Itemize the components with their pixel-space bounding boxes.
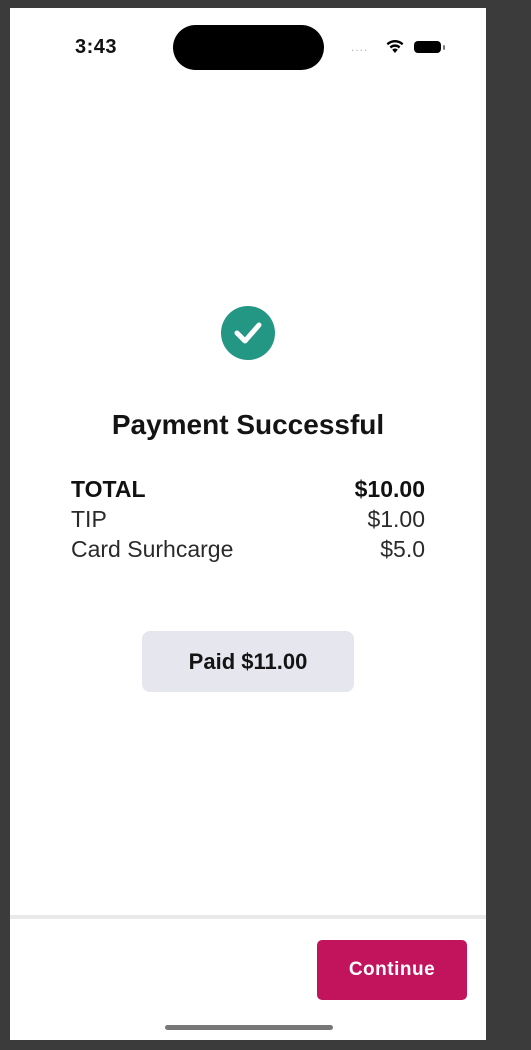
summary-value: $10.00 — [354, 476, 425, 502]
status-time: 3:43 — [75, 36, 118, 58]
continue-button[interactable]: Continue — [317, 940, 467, 1000]
footer-divider — [10, 915, 486, 919]
summary-label: TOTAL — [71, 476, 146, 502]
window-frame-bottom — [0, 1040, 531, 1050]
summary-row-card-surcharge: Card Surhcarge $5.0 — [71, 534, 425, 564]
summary-label: Card Surhcarge — [71, 536, 234, 562]
window-frame-left — [0, 0, 10, 1050]
check-circle-icon — [221, 306, 275, 360]
home-indicator — [165, 1025, 333, 1030]
summary-row-total: TOTAL $10.00 — [71, 474, 425, 504]
window-frame-right — [486, 0, 531, 1050]
page-title: Payment Successful — [111, 409, 385, 440]
battery-icon — [414, 41, 445, 53]
paid-amount-button[interactable]: Paid $11.00 — [142, 631, 354, 692]
wifi-icon — [386, 39, 404, 53]
window-frame-top — [0, 0, 531, 8]
summary-row-tip: TIP $1.00 — [71, 504, 425, 534]
dynamic-island — [173, 25, 324, 70]
signal-icon: .... — [351, 40, 369, 54]
phone-screen: 3:43 .... Payment Successful TOTAL $10.0… — [10, 8, 486, 1040]
payment-summary: TOTAL $10.00 TIP $1.00 Card Surhcarge $5… — [71, 474, 425, 564]
summary-value: $5.0 — [380, 536, 425, 562]
summary-label: TIP — [71, 506, 107, 532]
summary-value: $1.00 — [367, 506, 425, 532]
checkmark-icon — [234, 322, 262, 344]
